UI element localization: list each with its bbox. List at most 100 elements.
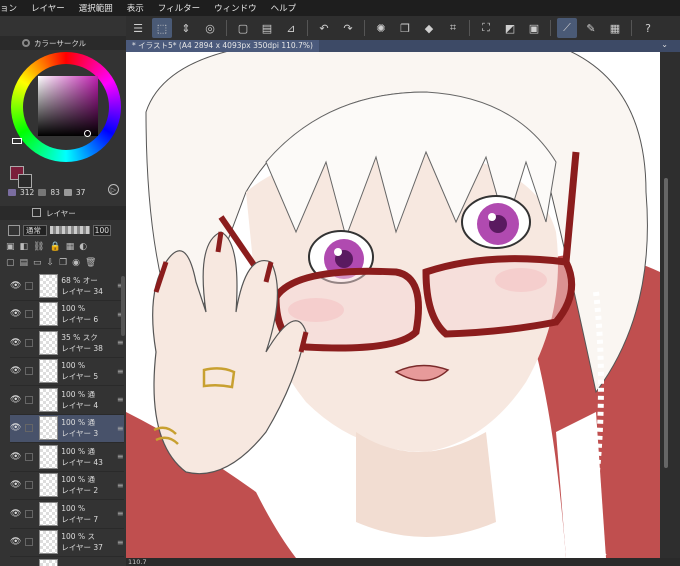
saturation-value-square[interactable] — [38, 76, 98, 136]
select-icon[interactable]: ⬚ — [152, 18, 172, 38]
layer-checkbox[interactable] — [25, 452, 34, 461]
canvas-scrollbar[interactable] — [660, 52, 680, 558]
layer-checkbox[interactable] — [25, 538, 34, 547]
layer-row[interactable]: 👁76 % 通≡ — [10, 557, 124, 566]
help-icon[interactable]: ? — [638, 18, 658, 38]
eye-icon[interactable]: 👁 — [10, 423, 21, 433]
layer-color-icon[interactable]: ▣ — [6, 242, 15, 252]
menu-item-window[interactable]: ウィンドウ — [214, 2, 257, 14]
layer-panel-header[interactable]: レイヤー — [0, 206, 126, 220]
layer-mask-icon[interactable]: ◉ — [72, 258, 80, 268]
eye-icon[interactable]: 👁 — [10, 338, 21, 348]
layer-thumbnail — [39, 330, 59, 355]
layer-checkbox[interactable] — [25, 281, 34, 290]
layer-scrollbar[interactable] — [121, 276, 125, 336]
fill-icon[interactable]: ◆ — [419, 18, 439, 38]
redo-icon[interactable]: ↷ — [338, 18, 358, 38]
menu-icon[interactable]: ☰ — [128, 18, 148, 38]
layer-row[interactable]: 👁100 % レイヤー 6≡ — [10, 301, 124, 329]
chevron-updown-icon[interactable]: ⇕ — [176, 18, 196, 38]
menu-item-view[interactable]: 表示 — [127, 2, 144, 14]
snap-icon[interactable]: ✎ — [581, 18, 601, 38]
layer-menu-icon[interactable]: ≡ — [116, 452, 124, 461]
ruler-icon[interactable]: ⟋ — [557, 18, 577, 38]
layer-checkbox[interactable] — [25, 481, 34, 490]
deselect-icon[interactable]: ⛶ — [476, 18, 496, 38]
eye-icon[interactable]: 👁 — [10, 366, 21, 376]
blend-mode-select[interactable]: 通常 — [23, 224, 47, 236]
layer-row[interactable]: 👁 100 % 通レイヤー 43 ≡ — [10, 443, 124, 472]
color-mode-icon[interactable]: ▷ — [108, 184, 119, 195]
menu-item-filter[interactable]: フィルター — [158, 2, 200, 14]
layer-row[interactable]: 👁 35 % スク レイヤー 38 ≡ — [10, 329, 124, 358]
layer-row[interactable]: 👁 100 % 通レイヤー 3 ≡ — [10, 414, 124, 443]
value-value: 37 — [75, 188, 86, 197]
eye-icon[interactable]: 👁 — [10, 281, 21, 291]
loading-icon[interactable]: ✺ — [371, 18, 391, 38]
drawing-canvas[interactable] — [126, 52, 660, 558]
layer-checkbox[interactable] — [25, 509, 34, 518]
chevron-down-icon[interactable]: ⌄ — [661, 40, 668, 49]
transform-icon[interactable]: ◎ — [200, 18, 220, 38]
new-canvas-icon[interactable]: ▢ — [233, 18, 253, 38]
document-tab[interactable]: * イラスト5* (A4 2894 x 4093px 350dpi 110.7%… — [126, 40, 319, 52]
new-raster-layer-icon[interactable]: ▢ — [6, 258, 15, 268]
layer-property-icon[interactable] — [8, 224, 20, 236]
menu-item-selection[interactable]: 選択範囲 — [79, 2, 113, 14]
new-folder-icon[interactable]: ▭ — [33, 258, 42, 268]
invert-icon[interactable]: ◩ — [500, 18, 520, 38]
layer-row[interactable]: 👁 100 % 通レイヤー 2 ≡ — [10, 472, 124, 500]
layer-checkbox[interactable] — [25, 424, 34, 433]
layer-row[interactable]: 👁68 % オーレイヤー 34≡ — [10, 272, 124, 301]
layer-menu-icon[interactable]: ≡ — [116, 395, 124, 404]
eye-icon[interactable]: 👁 — [10, 452, 21, 462]
color-icon[interactable]: ▦ — [605, 18, 625, 38]
layer-menu-icon[interactable]: ≡ — [116, 538, 124, 547]
layer-checkbox[interactable] — [25, 395, 34, 404]
menu-item-layer[interactable]: レイヤー — [31, 2, 65, 14]
lock-icon[interactable]: 🔒 — [49, 242, 60, 252]
clip-icon[interactable]: ◧ — [20, 242, 29, 252]
mask-icon[interactable]: ◐ — [79, 242, 87, 252]
opacity-slider[interactable] — [50, 226, 90, 234]
merge-down-icon[interactable]: ⇩ — [47, 258, 55, 268]
canvas-scroll-thumb[interactable] — [664, 178, 668, 468]
eye-icon[interactable]: 👁 — [10, 537, 21, 547]
sv-cursor[interactable] — [84, 130, 91, 137]
lock-transparency-icon[interactable]: ▦ — [66, 242, 75, 252]
hue-marker[interactable] — [12, 138, 22, 144]
eye-icon[interactable]: 👁 — [10, 395, 21, 405]
color-circle-header[interactable]: カラーサークル — [0, 36, 126, 50]
duplicate-layer-icon[interactable]: ❐ — [59, 258, 67, 268]
layer-menu-icon[interactable]: ≡ — [116, 367, 124, 376]
layer-row[interactable]: 👁 100 % スレイヤー 37 ≡ — [10, 529, 124, 557]
opacity-input[interactable]: 100 — [93, 224, 111, 236]
layer-checkbox[interactable] — [25, 310, 34, 319]
layer-menu-icon[interactable]: ≡ — [116, 424, 124, 433]
layer-menu-icon[interactable]: ≡ — [116, 481, 124, 490]
layer-row[interactable]: 👁 100 % レイヤー 5 ≡ — [10, 358, 124, 386]
layer-menu-icon[interactable]: ≡ — [116, 509, 124, 518]
layer-row[interactable]: 👁 100 % レイヤー 7 ≡ — [10, 500, 124, 529]
print-icon[interactable]: ⊿ — [281, 18, 301, 38]
layer-checkbox[interactable] — [25, 338, 34, 347]
menu-item-action[interactable]: ョン — [0, 2, 17, 14]
eye-icon[interactable]: 👁 — [10, 480, 21, 490]
save-icon[interactable]: ▤ — [257, 18, 277, 38]
layer-checkbox[interactable] — [25, 367, 34, 376]
eye-icon[interactable]: 👁 — [10, 309, 21, 319]
layer-row[interactable]: 👁 100 % 通レイヤー 4 ≡ — [10, 386, 124, 415]
eye-icon[interactable]: 👁 — [10, 509, 21, 519]
new-vector-layer-icon[interactable]: ▤ — [20, 258, 29, 268]
select-layer-icon[interactable]: ▣ — [524, 18, 544, 38]
sub-color-swatch[interactable] — [18, 174, 32, 188]
reference-icon[interactable]: ⛓ — [33, 242, 44, 252]
undo-icon[interactable]: ↶ — [314, 18, 334, 38]
menu-item-help[interactable]: ヘルプ — [271, 2, 297, 14]
layer-name: レイヤー 37 — [61, 543, 103, 553]
crop-icon[interactable]: ⌗ — [443, 18, 463, 38]
delete-layer-icon[interactable]: 🗑 — [85, 258, 96, 268]
layer-menu-icon[interactable]: ≡ — [116, 338, 124, 347]
copy-icon[interactable]: ❐ — [395, 18, 415, 38]
layer-info: 100 % レイヤー 6 — [61, 303, 116, 325]
